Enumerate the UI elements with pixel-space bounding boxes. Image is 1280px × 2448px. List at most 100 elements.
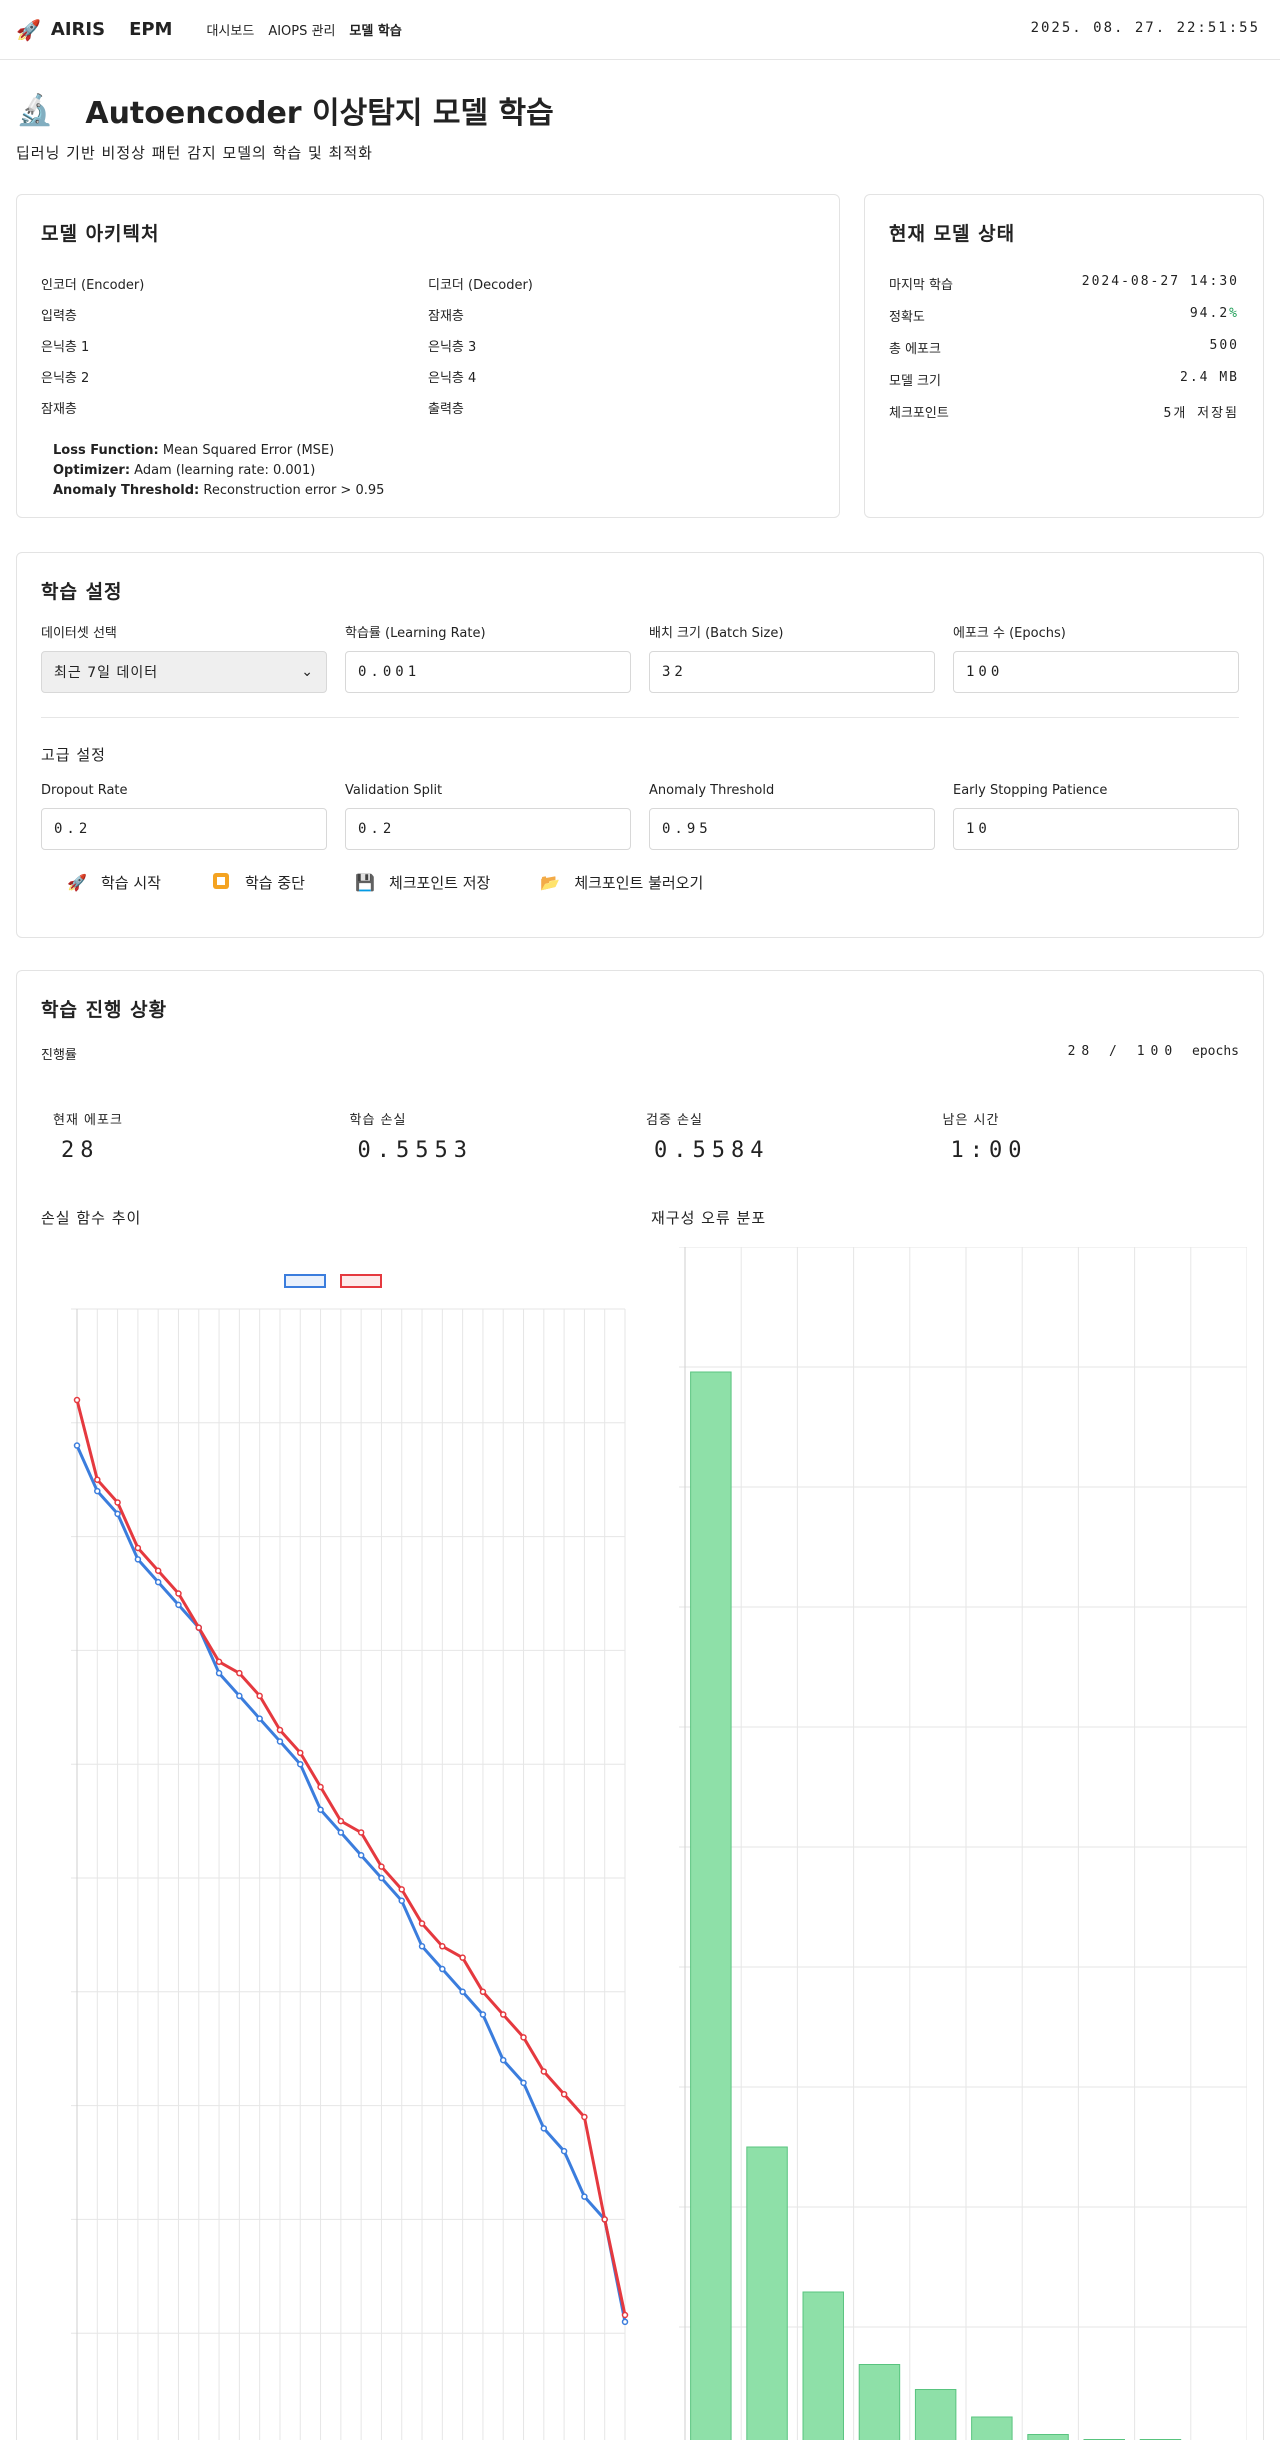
metric-train-loss: 학습 손실 0.5553 [350, 1109, 647, 1163]
train-loss-point [560, 2147, 568, 2155]
nav-item-model-training[interactable]: 모델 학습 [349, 20, 401, 39]
architecture-notes: Loss Function: Mean Squared Error (MSE) … [41, 441, 815, 501]
status-row-total-epochs: 총 에포크 500 [889, 338, 1239, 370]
val-loss-point [236, 1669, 243, 1677]
encoder-layer: 은닉층 2 [41, 371, 90, 386]
loss-function-note: Loss Function: Mean Squared Error (MSE) [53, 441, 815, 461]
load-checkpoint-button[interactable]: 📂 체크포인트 불러오기 [538, 872, 703, 893]
legend-swatch-train [284, 1274, 326, 1288]
patience-input[interactable]: 10 [953, 808, 1239, 850]
load-checkpoint-label: 체크포인트 불러오기 [574, 874, 704, 892]
loss-function-value: Mean Squared Error (MSE) [162, 443, 335, 458]
val-loss-point [581, 2113, 588, 2121]
training-progress-card: 학습 진행 상황 진행률 28 / 100 epochs 현재 에포크 28 학… [16, 970, 1264, 2440]
train-loss-point [134, 1556, 142, 1563]
progress-unit: epochs [1192, 1044, 1239, 1059]
training-actions: 🚀 학습 시작 학습 중단 💾 체크포인트 저장 📂 체크포인트 불러오기 [41, 872, 1239, 893]
train-loss-point [175, 1601, 182, 1609]
patience-field: Early Stopping Patience 10 [953, 783, 1239, 850]
train-loss-point [297, 1760, 304, 1768]
metric-label: 남은 시간 [942, 1113, 1000, 1128]
optimizer-value: Adam (learning rate: 0.001) [134, 463, 316, 478]
dataset-select[interactable]: 최근 7일 데이터 ⌄ [41, 651, 327, 693]
epochs-input[interactable]: 100 [953, 651, 1239, 693]
decoder-layer: 출력층 [428, 402, 464, 417]
stop-training-button[interactable]: 학습 중단 [209, 872, 305, 893]
train-loss-point [94, 1487, 101, 1495]
start-training-button[interactable]: 🚀 학습 시작 [65, 872, 161, 893]
status-label: 체크포인트 [889, 406, 949, 421]
progress-row: 진행률 28 / 100 epochs [41, 1044, 1239, 1063]
folder-open-icon: 📂 [540, 873, 561, 892]
progress-count: 28 / 100 [1067, 1044, 1179, 1059]
validation-split-label: Validation Split [345, 783, 443, 798]
status-list: 마지막 학습 2024-08-27 14:30 정확도 94.2% 총 에포크 … [889, 274, 1239, 434]
training-metrics: 현재 에포크 28 학습 손실 0.5553 검증 손실 0.5584 남은 시… [41, 1109, 1239, 1163]
nav-item-dashboard[interactable]: 대시보드 [206, 20, 254, 39]
train-loss-point [439, 1965, 446, 1973]
metric-value: 0.5553 [357, 1138, 473, 1163]
model-status-title: 현재 모델 상태 [889, 223, 1016, 245]
rocket-icon: 🚀 [16, 17, 41, 42]
progress-value: 28 / 100 epochs [1068, 1044, 1239, 1063]
threshold-value: Reconstruction error > 0.95 [203, 483, 385, 498]
architecture-title: 모델 아키텍처 [41, 223, 160, 245]
dataset-label: 데이터셋 선택 [41, 626, 117, 641]
advanced-settings-row: Dropout Rate 0.2 Validation Split 0.2 An… [41, 783, 1239, 850]
decoder-layer: 은닉층 4 [428, 371, 477, 386]
val-loss-point [621, 2311, 629, 2319]
train-loss-point [398, 1897, 405, 1905]
train-loss-point [581, 2193, 588, 2200]
main-nav: 대시보드 AIOPS 관리 모델 학습 [206, 20, 401, 39]
learning-rate-input[interactable]: 0.001 [345, 651, 631, 693]
anomaly-threshold-label: Anomaly Threshold [649, 783, 775, 798]
rocket-icon: 🚀 [67, 873, 87, 892]
batch-size-label: 배치 크기 (Batch Size) [649, 626, 784, 641]
patience-label: Early Stopping Patience [953, 783, 1108, 798]
encoder-heading: 인코더 (Encoder) [41, 278, 145, 293]
brand[interactable]: 🚀 AIRIS EPM [16, 18, 186, 42]
brand-name-a: AIRIS [50, 19, 106, 40]
decoder-heading: 디코더 (Decoder) [428, 278, 533, 293]
train-loss-point [540, 2125, 548, 2132]
metric-remaining-time: 남은 시간 1:00 [943, 1109, 1240, 1163]
validation-split-field: Validation Split 0.2 [345, 783, 631, 850]
batch-size-input[interactable]: 32 [649, 651, 935, 693]
page-title: 🔬 Autoencoder 이상탐지 모델 학습 [16, 88, 554, 132]
val-loss-point [73, 1396, 81, 1404]
threshold-note: Anomaly Threshold: Reconstruction error … [53, 481, 815, 501]
status-label: 마지막 학습 [889, 278, 953, 293]
status-row-accuracy: 정확도 94.2% [889, 306, 1239, 338]
threshold-label: Anomaly Threshold: [53, 483, 200, 498]
nav-item-aiops[interactable]: AIOPS 관리 [268, 20, 335, 39]
decoder-layer: 은닉층 3 [428, 340, 477, 355]
metric-value: 1:00 [950, 1138, 1028, 1163]
stop-icon [209, 872, 233, 893]
metric-val-loss: 검증 손실 0.5584 [646, 1109, 943, 1163]
val-loss-point [499, 2011, 507, 2018]
histogram-bar [690, 1371, 732, 2440]
encoder-layer: 은닉층 1 [41, 340, 90, 355]
dropout-input[interactable]: 0.2 [41, 808, 327, 850]
histogram-bar [914, 2389, 957, 2440]
brand-name-b: EPM [129, 19, 173, 40]
loss-function-label: Loss Function: [53, 443, 159, 458]
status-value: 94.2% [1190, 306, 1239, 338]
val-loss-point [114, 1499, 121, 1506]
train-loss-point [499, 2056, 507, 2064]
save-checkpoint-button[interactable]: 💾 체크포인트 저장 [353, 872, 490, 893]
floppy-disk-icon: 💾 [354, 873, 375, 892]
train-loss-point [114, 1510, 121, 1518]
validation-split-input[interactable]: 0.2 [345, 808, 631, 850]
accuracy-unit: % [1229, 306, 1239, 321]
val-loss-point [560, 2090, 568, 2098]
settings-divider [41, 717, 1239, 718]
learning-rate-label: 학습률 (Learning Rate) [345, 626, 486, 641]
dropout-field: Dropout Rate 0.2 [41, 783, 327, 850]
status-row-model-size: 모델 크기 2.4 MB [889, 370, 1239, 402]
loss-chart [71, 1274, 629, 2440]
anomaly-threshold-input[interactable]: 0.95 [649, 808, 935, 850]
progress-label: 진행률 [41, 1048, 77, 1063]
model-status-card: 현재 모델 상태 마지막 학습 2024-08-27 14:30 정확도 94.… [864, 194, 1264, 518]
val-loss-point [317, 1783, 324, 1791]
